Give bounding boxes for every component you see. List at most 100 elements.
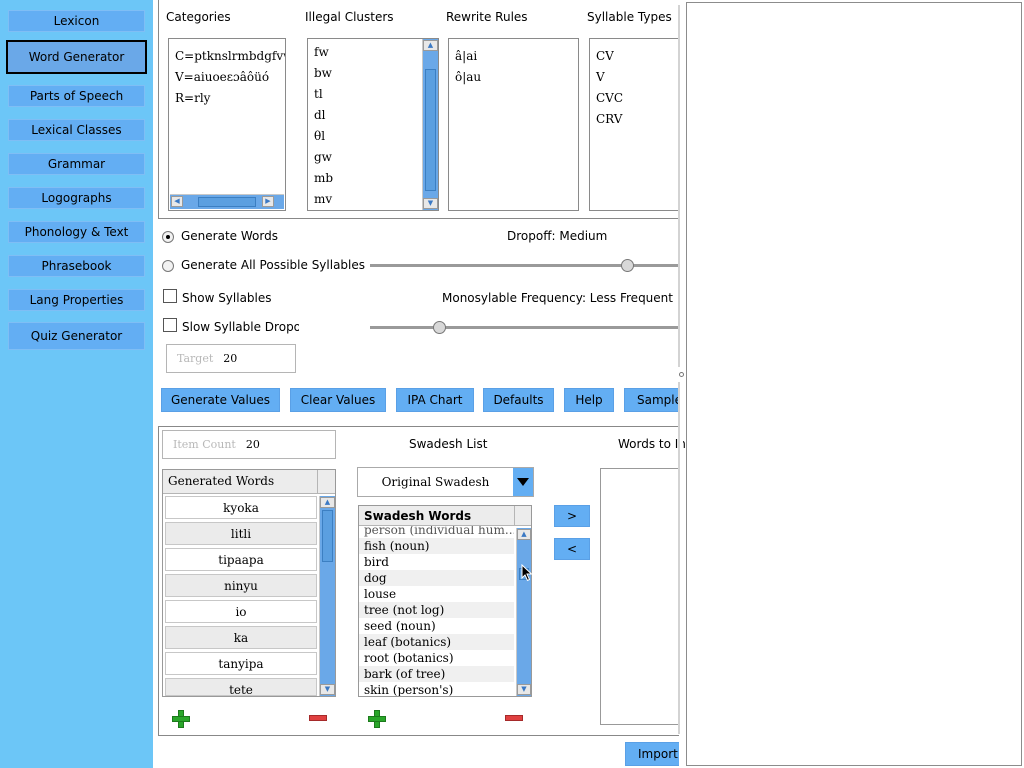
remove-swadesh-word-icon[interactable] [505,715,523,721]
list-item[interactable]: V [590,67,683,88]
table-row[interactable]: leaf (botanics) [359,634,514,650]
table-row[interactable]: tree (not log) [359,602,514,618]
slow-syllable-dropoff-checkbox[interactable] [163,318,177,332]
add-swadesh-word-icon[interactable] [367,709,387,729]
splitter-handle-icon[interactable] [679,372,684,377]
list-item[interactable]: C=ptknslrmbdgfvw [169,46,285,67]
nav-word-generator-button[interactable]: Word Generator [6,40,147,74]
dropoff-label: Dropoff: Medium [507,229,608,243]
table-row[interactable]: ninyu [165,574,317,597]
remove-generated-word-icon[interactable] [309,715,327,721]
table-row[interactable]: litli [165,522,317,545]
table-row[interactable]: ka [165,626,317,649]
clear-values-button[interactable]: Clear Values [290,388,386,412]
illegal-clusters-list[interactable]: fw bw tl dl θl gw mb mv ▲ ▼ [307,38,439,211]
table-row[interactable]: seed (noun) [359,618,514,634]
table-row[interactable]: bird [359,554,514,570]
list-item[interactable]: gw [308,147,438,168]
list-item[interactable]: â|ai [449,46,578,67]
generate-values-button[interactable]: Generate Values [161,388,280,412]
generate-all-syllables-radio[interactable] [162,260,174,272]
table-corner [515,506,531,526]
list-item[interactable]: fw [308,42,438,63]
nav-lexical-classes-button[interactable]: Lexical Classes [8,119,145,141]
table-row[interactable]: fish (noun) [359,538,514,554]
nav-parts-of-speech-button[interactable]: Parts of Speech [8,85,145,107]
list-item[interactable]: dl [308,105,438,126]
table-row[interactable]: io [165,600,317,623]
swadesh-words-header[interactable]: Swadesh Words [359,506,515,526]
swadesh-words-body: person (individual hum... fish (noun) bi… [359,526,514,696]
swadesh-words-vscrollbar[interactable]: ▲ ▼ [516,528,531,696]
scroll-down-arrow-icon[interactable]: ▼ [320,684,335,695]
scroll-left-arrow-icon[interactable]: ◀ [171,196,183,207]
list-item[interactable]: R=rly [169,88,285,109]
table-row[interactable]: tanyipa [165,652,317,675]
list-item[interactable]: CV [590,46,683,67]
list-item[interactable]: V=aiuoeɛɔâôüó [169,67,285,88]
scroll-down-arrow-icon[interactable]: ▼ [423,198,438,209]
table-row[interactable]: bark (of tree) [359,666,514,682]
list-item[interactable]: CRV [590,109,683,130]
ipa-chart-button[interactable]: IPA Chart [396,388,474,412]
table-row[interactable]: louse [359,586,514,602]
help-button[interactable]: Help [564,388,614,412]
scroll-thumb[interactable] [198,197,256,207]
move-right-button[interactable]: > [554,505,590,527]
table-row[interactable]: tete [165,678,317,697]
list-item[interactable]: mv [308,189,438,210]
splitter-scroll-bar [678,5,680,367]
table-row[interactable]: kyoka [165,496,317,519]
table-row[interactable]: root (botanics) [359,650,514,666]
list-item[interactable]: mb [308,168,438,189]
sample-button[interactable]: Sample [624,388,683,412]
nav-label: Quiz Generator [30,329,123,343]
syllable-types-list[interactable]: CV V CVC CRV [589,38,683,211]
list-item[interactable]: ô|au [449,67,578,88]
item-count-field[interactable]: Item Count 20 [162,430,336,459]
scroll-thumb[interactable] [425,69,436,191]
nav-lang-properties-button[interactable]: Lang Properties [8,289,145,311]
table-row[interactable]: dog [359,570,514,586]
list-item[interactable]: tl [308,84,438,105]
generated-words-vscrollbar[interactable]: ▲ ▼ [319,496,335,696]
nav-label: Logographs [41,191,112,205]
target-field[interactable]: Target 20 [166,344,296,373]
nav-grammar-button[interactable]: Grammar [8,153,145,175]
scroll-up-arrow-icon[interactable]: ▲ [320,497,335,508]
scroll-down-arrow-icon[interactable]: ▼ [517,684,531,695]
rewrite-rules-list[interactable]: â|ai ô|au [448,38,579,211]
nav-phonology-text-button[interactable]: Phonology & Text [8,221,145,243]
nav-phrasebook-button[interactable]: Phrasebook [8,255,145,277]
list-item[interactable]: CVC [590,88,683,109]
list-item[interactable]: bw [308,63,438,84]
categories-hscrollbar[interactable]: ◀ ▶ [170,194,284,209]
scroll-up-arrow-icon[interactable]: ▲ [517,529,531,540]
monosyllable-frequency-slider[interactable] [370,326,683,329]
table-row[interactable]: skin (person's) [359,682,514,696]
table-row[interactable]: person (individual hum... [359,526,514,538]
scroll-right-arrow-icon[interactable]: ▶ [262,196,274,207]
categories-list[interactable]: C=ptknslrmbdgfvw V=aiuoeɛɔâôüó R=rly ◀ ▶ [168,38,286,211]
nav-logographs-button[interactable]: Logographs [8,187,145,209]
dropoff-slider[interactable] [370,264,683,267]
scroll-thumb[interactable] [322,510,333,562]
defaults-button[interactable]: Defaults [483,388,554,412]
generate-words-radio[interactable] [162,231,174,243]
table-row[interactable]: tipaapa [165,548,317,571]
list-item[interactable]: θl [308,126,438,147]
move-left-button[interactable]: < [554,538,590,560]
dropoff-slider-knob[interactable] [620,259,634,272]
nav-lexicon-button[interactable]: Lexicon [8,10,145,32]
dropdown-arrow-button[interactable] [513,468,533,496]
scroll-up-arrow-icon[interactable]: ▲ [423,40,438,51]
nav-quiz-generator-button[interactable]: Quiz Generator [8,322,145,350]
monosyllable-frequency-slider-knob[interactable] [432,321,446,334]
generated-words-header[interactable]: Generated Words [163,470,318,494]
add-generated-word-icon[interactable] [171,709,191,729]
show-syllables-checkbox[interactable] [163,289,177,303]
words-to-import-list[interactable] [600,468,683,725]
swadesh-dropdown[interactable]: Original Swadesh [357,467,534,497]
illegal-clusters-vscrollbar[interactable]: ▲ ▼ [422,39,438,210]
import-button[interactable]: Import [625,742,683,766]
